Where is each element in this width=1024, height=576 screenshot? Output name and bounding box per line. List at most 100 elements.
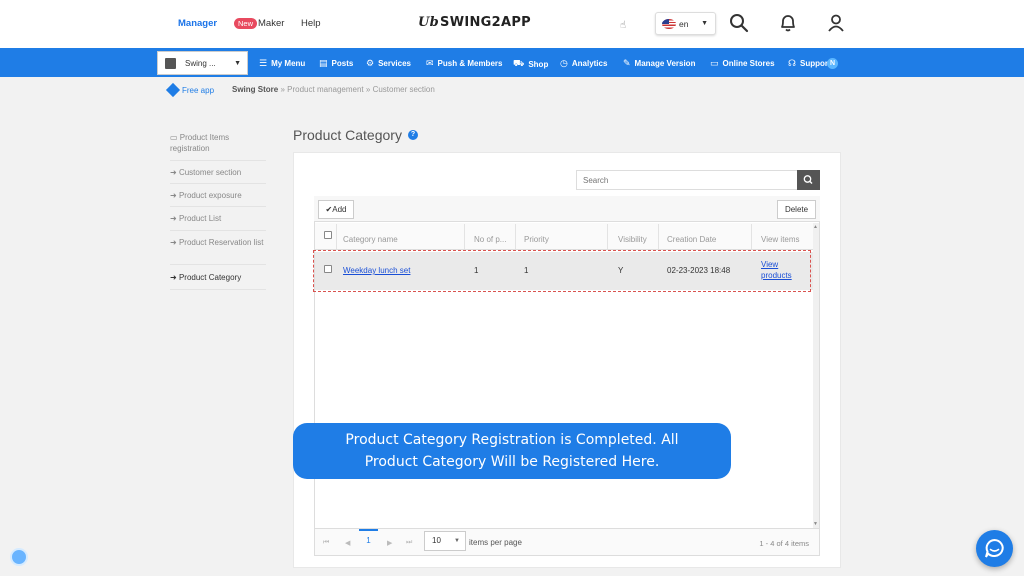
callout-line-1: Product Category Registration is Complet… — [345, 432, 679, 448]
swing2app-logo[interactable]: UbSWING2APP — [418, 15, 531, 30]
main-menu-bar — [0, 48, 1024, 77]
floating-helper-icon[interactable] — [10, 548, 28, 566]
clock-icon: ◷ — [560, 58, 568, 68]
menu-online-stores[interactable]: ▭ Online Stores — [710, 58, 775, 69]
current-page-button[interactable]: 1 — [359, 529, 378, 548]
grid-toolbar — [314, 196, 820, 222]
nav-maker[interactable]: New Maker — [234, 18, 284, 29]
page-info: 1 - 4 of 4 items — [759, 539, 809, 548]
menu-posts-label: Posts — [331, 59, 354, 68]
delete-button[interactable]: Delete — [777, 200, 816, 219]
search-input[interactable] — [576, 170, 798, 190]
search-button[interactable] — [797, 170, 820, 190]
chat-button[interactable] — [976, 530, 1013, 567]
column-header-creation-date[interactable]: Creation Date — [667, 235, 716, 244]
items-per-page-label: items per page — [469, 538, 522, 547]
highlight-box — [313, 250, 811, 292]
language-select[interactable]: en ▼ — [655, 12, 716, 35]
menu-manage-version-label: Manage Version — [634, 59, 696, 68]
laptop-icon: ▭ — [170, 133, 178, 142]
menu-shop[interactable]: ⛟ Shop — [513, 58, 548, 70]
nav-manager[interactable]: Manager — [178, 18, 217, 29]
menu-manage-version[interactable]: ✎ Manage Version — [623, 58, 695, 69]
info-diamond-icon — [165, 82, 181, 98]
app-select-value: Swing ... — [185, 58, 216, 68]
menu-analytics-label: Analytics — [571, 59, 608, 68]
signin-icon: ➜ — [170, 238, 177, 247]
grid-scrollbar[interactable] — [813, 223, 819, 528]
menu-push-members[interactable]: ✉ Push & Members — [426, 58, 502, 69]
sidebar-item-product-reservation-list[interactable]: ➜ Product Reservation list — [170, 237, 266, 265]
menu-push-members-label: Push & Members — [437, 59, 503, 68]
breadcrumb-separator: » — [280, 85, 285, 94]
sidebar-item-product-list[interactable]: ➜ Product List — [170, 213, 266, 231]
app-select[interactable]: Swing ... ▼ — [157, 51, 248, 75]
language-value: en — [679, 18, 689, 29]
us-flag-icon — [662, 18, 676, 29]
nav-help[interactable]: Help — [301, 18, 321, 29]
logo-text: SWING2APP — [440, 15, 531, 30]
prev-page-icon[interactable]: ◀ — [345, 539, 350, 547]
breadcrumb-item[interactable]: Product management — [287, 85, 364, 94]
column-divider — [607, 224, 608, 249]
scroll-down-arrow[interactable]: ▼ — [813, 521, 818, 527]
user-icon[interactable] — [826, 13, 846, 33]
new-badge: New — [234, 18, 258, 29]
logo-script: Ub — [418, 15, 440, 30]
sidebar-item-product-items-registration[interactable]: ▭ Product Items registration — [170, 132, 266, 161]
support-new-badge: N — [827, 58, 838, 69]
column-header-view-items[interactable]: View items — [761, 235, 800, 244]
free-app-badge[interactable]: Free app — [165, 82, 215, 98]
sidebar-item-label: Product List — [178, 214, 222, 223]
breadcrumb-separator: » — [365, 85, 371, 94]
check-icon: ✔ — [325, 205, 333, 214]
help-icon[interactable]: ? — [407, 130, 418, 140]
column-divider — [751, 224, 752, 249]
menu-analytics[interactable]: ◷ Analytics — [560, 58, 607, 69]
scroll-up-arrow[interactable]: ▲ — [813, 224, 818, 230]
menu-support[interactable]: ☊ Suppor N — [788, 58, 838, 69]
breadcrumb: Swing Store » Product management » Custo… — [232, 85, 435, 94]
sidebar-item-product-exposure[interactable]: ➜ Product exposure — [170, 190, 266, 207]
headset-icon: ☊ — [788, 58, 796, 68]
menu-shop-label: Shop — [528, 59, 549, 69]
search-icon — [803, 175, 813, 184]
chevron-down-icon: ▼ — [701, 20, 708, 27]
breadcrumb-item[interactable]: Swing Store — [232, 85, 278, 94]
first-page-icon[interactable]: ⏮ — [323, 539, 329, 547]
free-app-label: Free app — [182, 85, 215, 95]
hamburger-icon: ☰ — [259, 58, 268, 68]
menu-my-menu[interactable]: ☰ My Menu — [259, 58, 305, 69]
column-header-no-of-products[interactable]: No of p... — [474, 235, 506, 244]
last-page-icon[interactable]: ⏭ — [406, 539, 412, 547]
bell-icon[interactable] — [778, 13, 798, 33]
nav-maker-label: Maker — [258, 18, 285, 29]
menu-services[interactable]: ⚙ Services — [366, 58, 411, 69]
document-icon: ▤ — [319, 58, 328, 68]
sidebar-item-customer-section[interactable]: ➜ Customer section — [170, 167, 266, 184]
page-title: Product Category ? — [293, 127, 418, 143]
add-button[interactable]: ✔ Add — [318, 200, 354, 219]
column-divider — [336, 224, 337, 249]
column-header-category-name[interactable]: Category name — [343, 235, 398, 244]
signin-icon: ➜ — [170, 273, 177, 282]
search-icon[interactable] — [729, 13, 749, 33]
menu-online-stores-label: Online Stores — [722, 59, 775, 68]
sidebar-item-product-category[interactable]: ➜ Product Category — [170, 272, 266, 290]
tutorial-callout: Product Category Registration is Complet… — [293, 423, 731, 479]
wrench-icon: ✎ — [623, 58, 631, 68]
menu-posts[interactable]: ▤ Posts — [319, 58, 353, 69]
menu-services-label: Services — [378, 59, 411, 68]
column-header-priority[interactable]: Priority — [524, 235, 549, 244]
sidebar-item-label: Customer section — [178, 168, 242, 177]
sidebar-item-label: Product exposure — [178, 191, 242, 200]
signin-icon: ➜ — [170, 214, 177, 223]
select-all-checkbox[interactable] — [324, 231, 332, 239]
next-page-icon[interactable]: ▶ — [387, 539, 392, 547]
page-size-select[interactable]: 10 ▼ — [424, 531, 466, 551]
sidebar-item-label: Product Reservation list — [178, 238, 264, 247]
column-header-visibility[interactable]: Visibility — [618, 235, 647, 244]
column-divider — [658, 224, 659, 249]
breadcrumb-item[interactable]: Customer section — [373, 85, 435, 94]
sidebar-item-label: Product Category — [178, 273, 242, 282]
